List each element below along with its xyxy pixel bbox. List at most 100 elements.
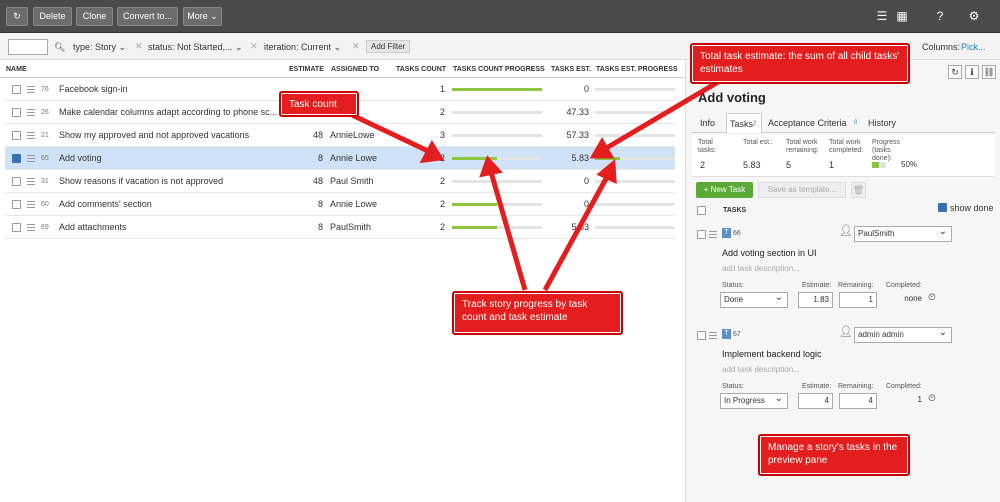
col-tasks-count[interactable]: TASKS COUNT <box>396 66 446 73</box>
task-estimate-input[interactable]: 4 <box>798 393 833 409</box>
row-id: 69 <box>41 224 49 231</box>
drag-handle-icon[interactable] <box>27 224 35 231</box>
task-remaining-input[interactable]: 4 <box>839 393 877 409</box>
row-checkbox[interactable] <box>12 223 21 232</box>
tab-history[interactable]: History <box>868 118 896 128</box>
delete-button[interactable]: Delete <box>33 7 72 26</box>
task-description[interactable]: add task description... <box>722 365 800 374</box>
list-view-icon[interactable]: ☰ <box>874 8 890 24</box>
row-checkbox[interactable] <box>12 200 21 209</box>
tab-info[interactable]: Info <box>700 118 715 128</box>
drag-handle-icon[interactable] <box>27 155 35 162</box>
new-task-button[interactable]: + New Task <box>696 182 753 198</box>
task-assignee-select[interactable]: admin admin <box>854 326 952 343</box>
task-assignee-select[interactable]: PaulSmith <box>854 225 952 242</box>
drag-handle-icon[interactable] <box>27 201 35 208</box>
row-checkbox[interactable] <box>12 85 21 94</box>
row-name[interactable]: Show reasons if vacation is not approved <box>59 176 281 186</box>
tasks-count-progress-bar <box>452 111 542 114</box>
col-name[interactable]: NAME <box>6 66 27 73</box>
tasks-est-progress-bar <box>595 226 675 229</box>
filter-status[interactable]: status: Not Started,... ⌄ <box>148 42 243 53</box>
task-status-select[interactable]: Done <box>720 291 788 308</box>
grid-view-icon[interactable]: ▦ <box>894 8 910 24</box>
row-name[interactable]: Add comments' section <box>59 199 281 209</box>
table-row[interactable]: 60 Add comments' section 8 Annie Lowe 2 0 <box>5 193 675 216</box>
table-row[interactable]: 65 Add voting 8 Annie Lowe 2 5.83 <box>5 147 675 170</box>
row-name[interactable]: Show my approved and not approved vacati… <box>59 130 281 140</box>
more-button[interactable]: More ⌄ <box>183 7 222 26</box>
drag-handle-icon[interactable] <box>27 132 35 139</box>
row-tasks-count: 2 <box>439 153 445 163</box>
info-icon[interactable]: ℹ <box>965 65 979 79</box>
show-done-checkbox[interactable] <box>938 203 947 212</box>
refresh-icon[interactable]: ↻ <box>948 65 962 79</box>
clock-icon[interactable]: ⏲ <box>928 393 936 404</box>
show-done-label: show done <box>950 203 994 213</box>
row-tasks-count: 2 <box>439 222 445 232</box>
col-assigned[interactable]: ASSIGNED TO <box>331 66 379 73</box>
columns-pick-link[interactable]: Pick... <box>961 42 986 52</box>
trash-icon[interactable]: 🗑︎ <box>851 182 866 198</box>
remove-filter-icon[interactable]: ✕ <box>352 41 360 52</box>
search-icon[interactable]: 🔍︎ <box>54 42 65 53</box>
refresh-button[interactable]: ↻ <box>6 7 28 26</box>
columns-label: Columns: <box>922 42 961 52</box>
select-all-tasks-checkbox[interactable] <box>697 206 706 215</box>
task-checkbox[interactable] <box>697 230 706 239</box>
row-name[interactable]: Facebook sign-in <box>59 84 281 94</box>
task-card: T66 👤︎PaulSmith Add voting section in UI ad… <box>692 225 995 316</box>
row-name[interactable]: Add voting <box>59 153 281 163</box>
link-icon[interactable]: ⛓ <box>982 65 996 79</box>
task-status-select[interactable]: In Progress <box>720 392 788 409</box>
stat-total-est: 5.83 <box>743 160 761 170</box>
task-name[interactable]: Add voting section in UI <box>722 248 817 258</box>
col-tasks-count-progress[interactable]: TASKS COUNT PROGRESS <box>453 66 545 73</box>
tasks-count-progress-bar <box>452 226 542 229</box>
refresh-icon: ↻ <box>13 11 21 21</box>
stat-remaining-label: Total work remaining: <box>786 139 819 154</box>
filter-type[interactable]: type: Story ⌄ <box>73 42 126 53</box>
row-name[interactable]: Make calendar columns adapt according to… <box>59 107 281 117</box>
col-tasks-est-progress[interactable]: TASKS EST. PROGRESS <box>596 66 678 73</box>
clone-button[interactable]: Clone <box>76 7 113 26</box>
remove-filter-icon[interactable]: ✕ <box>250 41 258 52</box>
remove-filter-icon[interactable]: ✕ <box>135 41 143 52</box>
tasks-header: TASKS <box>723 207 747 214</box>
row-id: 21 <box>41 132 49 139</box>
drag-handle-icon[interactable] <box>27 86 35 93</box>
help-icon[interactable]: ? <box>932 8 948 24</box>
task-description[interactable]: add task description... <box>722 264 800 273</box>
row-checkbox[interactable] <box>12 177 21 186</box>
col-estimate[interactable]: ESTIMATE <box>289 66 324 73</box>
tab-tasks[interactable]: Tasks 2 <box>726 113 762 133</box>
row-name[interactable]: Add attachments <box>59 222 281 232</box>
task-id: 66 <box>733 230 741 237</box>
task-estimate-input[interactable]: 1.83 <box>798 292 833 308</box>
drag-handle-icon[interactable] <box>27 178 35 185</box>
task-completed-label: Completed: <box>886 383 922 390</box>
row-checkbox[interactable] <box>12 131 21 140</box>
filter-iteration[interactable]: iteration: Current ⌄ <box>264 42 341 53</box>
row-assigned: Annie Lowe <box>330 199 378 209</box>
table-row[interactable]: 21 Show my approved and not approved vaca… <box>5 124 675 147</box>
col-tasks-est[interactable]: TASKS EST. <box>551 66 591 73</box>
search-input[interactable] <box>8 39 48 55</box>
clock-icon[interactable]: ⏲ <box>928 292 936 303</box>
save-as-template-button[interactable]: Save as template... <box>758 182 846 198</box>
row-checkbox[interactable] <box>12 154 21 163</box>
drag-handle-icon[interactable] <box>27 109 35 116</box>
convert-button[interactable]: Convert to... <box>117 7 178 26</box>
table-row[interactable]: 69 Add attachments 8 PaulSmith 2 5.83 <box>5 216 675 239</box>
tab-acceptance-criteria[interactable]: Acceptance Criteria <box>768 118 847 128</box>
drag-handle-icon[interactable] <box>709 231 717 238</box>
task-name[interactable]: Implement backend logic <box>722 349 822 359</box>
drag-handle-icon[interactable] <box>709 332 717 339</box>
task-checkbox[interactable] <box>697 331 706 340</box>
table-row[interactable]: 31 Show reasons if vacation is not approv… <box>5 170 675 193</box>
row-checkbox[interactable] <box>12 108 21 117</box>
settings-gear-icon[interactable]: ⚙ <box>966 8 982 24</box>
task-remaining-input[interactable]: 1 <box>839 292 877 308</box>
task-completed-label: Completed: <box>886 282 922 289</box>
add-filter-button[interactable]: Add Filter <box>366 40 411 53</box>
